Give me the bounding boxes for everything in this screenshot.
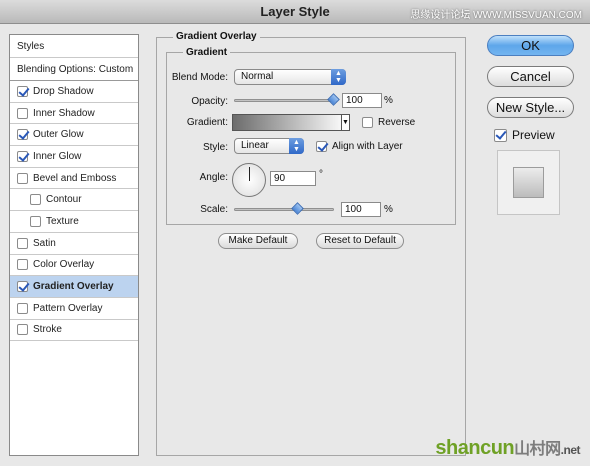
title-bar: Layer Style 思缘设计论坛 WWW.MISSVUAN.COM xyxy=(0,0,590,24)
style-select[interactable]: Linear ▲ ▼ xyxy=(234,138,304,154)
sidebar-item-label: Stroke xyxy=(33,324,62,336)
preview-checkbox[interactable]: Preview xyxy=(494,128,555,142)
checkbox[interactable] xyxy=(17,85,28,97)
blend-mode-label: Blend Mode: xyxy=(171,72,228,83)
angle-dial[interactable] xyxy=(232,163,266,197)
watermark-logo: shancun山村网.net xyxy=(435,435,580,460)
sidebar-item-drop-shadow[interactable]: Drop Shadow xyxy=(10,81,138,103)
reset-to-default-button[interactable]: Reset to Default xyxy=(316,233,404,249)
align-checkbox-box[interactable] xyxy=(316,141,327,152)
blending-options[interactable]: Blending Options: Custom xyxy=(10,58,138,81)
styles-header-label: Styles xyxy=(17,40,45,52)
reverse-checkbox[interactable]: Reverse xyxy=(362,117,415,128)
style-value: Linear xyxy=(241,140,269,151)
scale-unit: % xyxy=(384,204,393,215)
scale-slider[interactable] xyxy=(234,208,334,211)
sidebar-item-texture[interactable]: Texture xyxy=(10,211,138,233)
sidebar-item-satin[interactable]: Satin xyxy=(10,233,138,255)
opacity-slider[interactable] xyxy=(234,99,337,102)
blend-mode-value: Normal xyxy=(241,71,274,82)
sidebar-item-label: Inner Glow xyxy=(33,150,82,162)
reverse-label: Reverse xyxy=(378,117,416,128)
sidebar-item-bevel-and-emboss[interactable]: Bevel and Emboss xyxy=(10,168,138,190)
sidebar-item-gradient-overlay[interactable]: Gradient Overlay xyxy=(10,276,138,298)
scale-label: Scale: xyxy=(200,204,228,215)
checkbox[interactable] xyxy=(17,150,28,162)
sidebar-item-contour[interactable]: Contour xyxy=(10,189,138,212)
watermark-brand: shancun xyxy=(435,437,515,459)
align-label: Align with Layer xyxy=(332,141,403,152)
checkbox[interactable] xyxy=(17,107,28,119)
checkbox[interactable] xyxy=(17,129,28,141)
group-title: Gradient xyxy=(183,47,231,58)
sidebar-item-color-overlay[interactable]: Color Overlay xyxy=(10,255,138,277)
sidebar-item-inner-glow[interactable]: Inner Glow xyxy=(10,146,138,168)
preview-swatch xyxy=(513,167,544,198)
sidebar-item-label: Contour xyxy=(46,194,82,206)
checkbox[interactable] xyxy=(17,281,28,293)
reverse-checkbox-box[interactable] xyxy=(362,117,373,128)
gradient-dropdown-icon[interactable]: ▼ xyxy=(341,114,350,131)
select-arrows-icon: ▲ ▼ xyxy=(331,69,346,85)
style-preview xyxy=(497,150,560,215)
style-label: Style: xyxy=(202,142,228,153)
sidebar-item-label: Bevel and Emboss xyxy=(33,172,117,184)
sidebar-item-label: Gradient Overlay xyxy=(33,281,114,293)
sidebar-item-inner-shadow[interactable]: Inner Shadow xyxy=(10,103,138,125)
checkbox[interactable] xyxy=(17,237,28,249)
make-default-button[interactable]: Make Default xyxy=(218,233,298,249)
preview-label: Preview xyxy=(512,128,555,142)
ok-button[interactable]: OK xyxy=(487,35,574,56)
sidebar-item-stroke[interactable]: Stroke xyxy=(10,320,138,342)
align-with-layer-checkbox[interactable]: Align with Layer xyxy=(316,141,403,152)
sidebar-item-label: Inner Shadow xyxy=(33,107,95,119)
angle-needle xyxy=(249,167,250,181)
sidebar-item-label: Texture xyxy=(46,215,79,227)
angle-label: Angle: xyxy=(199,172,228,183)
checkbox[interactable] xyxy=(17,324,28,336)
angle-input[interactable]: 90 xyxy=(270,171,316,186)
opacity-unit: % xyxy=(384,95,393,106)
checkbox[interactable] xyxy=(17,302,28,314)
watermark-top: 思缘设计论坛 WWW.MISSVUAN.COM xyxy=(410,10,582,21)
watermark-tld: .net xyxy=(560,443,581,457)
gradient-picker[interactable] xyxy=(232,114,342,131)
scale-input[interactable]: 100 xyxy=(341,202,381,217)
watermark-cn: 山村网 xyxy=(514,441,561,458)
panel-title: Gradient Overlay xyxy=(173,31,260,42)
blend-mode-select[interactable]: Normal ▲ ▼ xyxy=(234,69,346,85)
styles-list: Styles Blending Options: Custom Drop Sha… xyxy=(9,34,139,456)
select-arrows-icon: ▲ ▼ xyxy=(289,138,304,154)
gradient-label: Gradient: xyxy=(186,117,228,128)
new-style-button[interactable]: New Style... xyxy=(487,97,574,118)
opacity-label: Opacity: xyxy=(191,96,228,107)
checkbox[interactable] xyxy=(30,215,41,227)
preview-checkbox-box[interactable] xyxy=(494,128,507,142)
cancel-button[interactable]: Cancel xyxy=(487,66,574,87)
checkbox[interactable] xyxy=(17,172,28,184)
sidebar-item-pattern-overlay[interactable]: Pattern Overlay xyxy=(10,298,138,320)
sidebar-item-label: Color Overlay xyxy=(33,259,95,271)
sidebar-item-outer-glow[interactable]: Outer Glow xyxy=(10,124,138,147)
sidebar-item-label: Drop Shadow xyxy=(33,85,94,97)
styles-header[interactable]: Styles xyxy=(10,35,138,58)
checkbox[interactable] xyxy=(30,194,41,206)
sidebar-item-label: Satin xyxy=(33,237,56,249)
blending-options-label: Blending Options: Custom xyxy=(17,63,134,75)
angle-unit: ° xyxy=(319,169,323,180)
opacity-input[interactable]: 100 xyxy=(342,93,382,108)
sidebar-item-label: Outer Glow xyxy=(33,129,84,141)
checkbox[interactable] xyxy=(17,259,28,271)
sidebar-item-label: Pattern Overlay xyxy=(33,302,103,314)
